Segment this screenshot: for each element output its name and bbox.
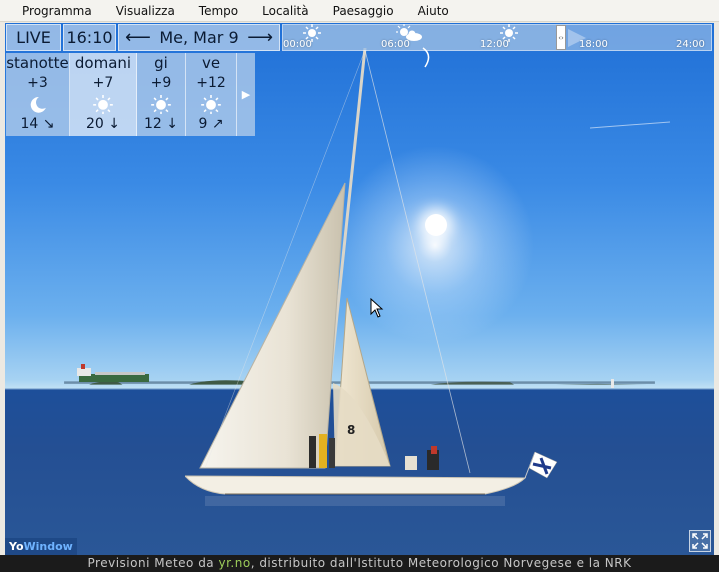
weather-scene: 8 LIVE 16:10 ⟵ Me, Mar 9 ⟶ 00:00 06:00 1… <box>5 23 714 555</box>
tick-label: 12:00 <box>480 39 509 50</box>
yr-no-link[interactable]: yr.no <box>218 556 250 570</box>
forecast-next-arrow-icon[interactable]: ▶ <box>237 53 255 136</box>
forecast-temperature: +7 <box>92 75 114 91</box>
mouse-cursor-icon <box>370 298 384 318</box>
forecast-panel: stanotte +3 14 ↘ domani +7 20 ↓ gi +9 12… <box>6 53 255 136</box>
wind-speed: 20 <box>85 116 104 133</box>
forecast-wind: 20 ↓ <box>86 116 120 136</box>
forecast-temperature: +3 <box>27 75 48 91</box>
forecast-wind: 9 ↗ <box>198 116 223 136</box>
forecast-temperature: +9 <box>150 75 172 91</box>
current-time: 16:10 <box>63 24 116 51</box>
wind-speed: 12 <box>143 116 162 133</box>
attribution-bar: Previsioni Meteo da yr.no, distribuito d… <box>0 555 719 572</box>
cargo-ship <box>77 364 149 382</box>
live-button[interactable]: LIVE <box>6 24 61 51</box>
timeline-slider-handle[interactable]: ‹› <box>556 25 566 50</box>
logo-window: Window <box>23 540 73 553</box>
contrail <box>590 121 671 129</box>
wind-speed: 14 <box>20 116 39 133</box>
sun-icon <box>201 94 221 115</box>
forecast-day-gi[interactable]: gi +9 12 ↓ <box>137 53 186 136</box>
attribution-prefix: Previsioni Meteo da <box>87 556 219 570</box>
sun-icon <box>151 94 171 115</box>
forecast-day-label: gi <box>154 54 168 72</box>
wind-direction-icon: ↓ <box>166 116 178 133</box>
moon-icon <box>422 47 430 68</box>
sun-icon <box>93 94 113 115</box>
forecast-day-ve[interactable]: ve +12 9 ↗ <box>186 53 237 136</box>
buoy <box>611 379 614 388</box>
menu-visualizza[interactable]: Visualizza <box>104 0 187 22</box>
tick-label: 06:00 <box>381 39 410 50</box>
moon-icon <box>30 96 46 113</box>
menu-tempo[interactable]: Tempo <box>187 0 250 22</box>
yowindow-app: Programma Visualizza Tempo Località Paes… <box>0 0 719 572</box>
forecast-day-label: ve <box>201 54 221 72</box>
forecast-temperature: +12 <box>196 75 226 91</box>
day-timeline[interactable]: 00:00 06:00 12:00 18:00 24:00 ‹› <box>282 24 712 68</box>
forecast-day-stanotte[interactable]: stanotte +3 14 ↘ <box>6 53 70 136</box>
wind-direction-icon: ↗ <box>211 116 224 133</box>
next-day-arrow-icon[interactable]: ⟶ <box>247 27 273 48</box>
forecast-day-label: stanotte <box>6 54 69 72</box>
attribution-suffix: , distribuito dall'Istituto Meteorologic… <box>250 556 632 570</box>
forecast-wind: 14 ↘ <box>20 116 54 136</box>
current-date: Me, Mar 9 <box>159 28 239 47</box>
wind-direction-icon: ↘ <box>42 116 55 133</box>
tick-label: 00:00 <box>283 39 312 50</box>
fullscreen-button[interactable] <box>689 530 711 552</box>
timeline-pointer-icon <box>568 29 586 47</box>
tick-label: 24:00 <box>676 39 705 50</box>
forecast-wind: 12 ↓ <box>144 116 178 136</box>
menu-bar: Programma Visualizza Tempo Località Paes… <box>0 0 719 22</box>
expand-icon <box>692 533 708 549</box>
prev-day-arrow-icon[interactable]: ⟵ <box>125 27 151 48</box>
logo-yo: Yo <box>9 540 24 553</box>
timeline-bar: LIVE 16:10 ⟵ Me, Mar 9 ⟶ 00:00 06:00 12:… <box>6 24 712 68</box>
menu-localita[interactable]: Località <box>250 0 321 22</box>
menu-aiuto[interactable]: Aiuto <box>406 0 461 22</box>
svg-text:8: 8 <box>347 423 355 437</box>
forecast-day-domani[interactable]: domani +7 20 ↓ <box>70 53 137 136</box>
date-navigator: ⟵ Me, Mar 9 ⟶ <box>118 24 280 51</box>
wind-direction-icon: ↓ <box>108 116 120 133</box>
menu-paesaggio[interactable]: Paesaggio <box>321 0 406 22</box>
wind-speed: 9 <box>198 116 208 133</box>
forecast-day-label: domani <box>74 54 132 72</box>
yowindow-logo[interactable]: YoWindow <box>5 538 77 555</box>
menu-programma[interactable]: Programma <box>10 0 104 22</box>
